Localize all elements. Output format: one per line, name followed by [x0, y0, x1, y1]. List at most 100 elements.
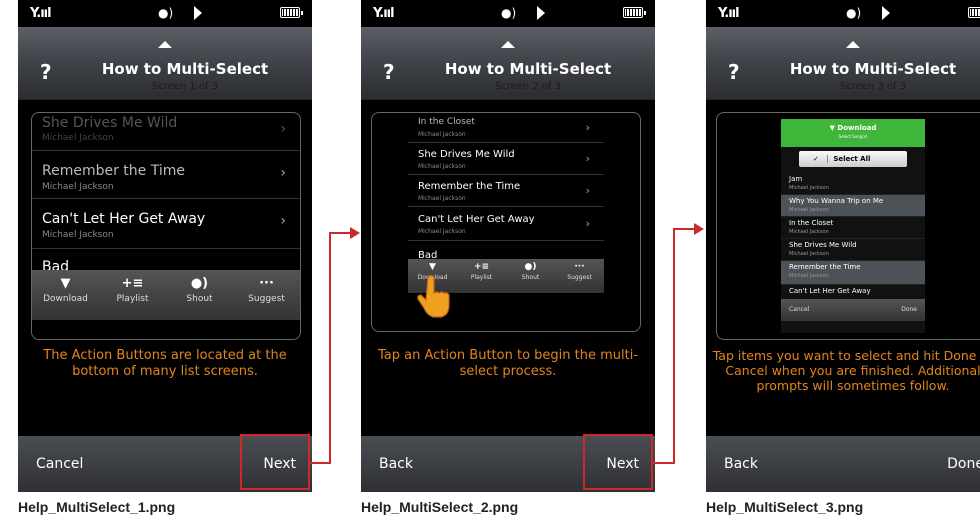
next-highlight-box	[583, 434, 653, 490]
presence-icon: ●)	[158, 6, 174, 20]
shout-icon: ●)	[190, 276, 209, 291]
phone-screen-1: Y.ııl ●) ? How to Multi-Select Screen 1 …	[18, 0, 312, 492]
list-item: Remember the Time Michael Jackson ›	[408, 175, 604, 207]
chevron-right-icon: ›	[280, 165, 286, 181]
connector-line	[673, 228, 695, 230]
arrow-right-icon	[694, 223, 704, 235]
playlist-action[interactable]: +≡ Playlist	[99, 270, 166, 320]
page-subtitle: Screen 1 of 3	[151, 81, 219, 92]
help-button[interactable]: ?	[728, 60, 740, 84]
connector-line	[310, 462, 330, 464]
status-bar: Y.ııl ●)	[706, 0, 980, 27]
download-banner[interactable]: ▼ Download Select Song(s)	[781, 119, 925, 147]
caption: Help_MultiSelect_3.png	[706, 499, 864, 515]
list-item: She Drives Me Wild Michael Jackson ›	[408, 143, 604, 175]
mini-done-button[interactable]: Done	[901, 306, 917, 313]
list-item[interactable]: Jam Michael Jackson	[781, 173, 925, 195]
list-item: Bad	[418, 250, 438, 261]
list-item: Remember the Time Michael Jackson ›	[32, 151, 300, 199]
back-button[interactable]: Back	[379, 456, 413, 472]
download-icon: ▼	[60, 276, 71, 291]
next-highlight-box	[240, 434, 310, 490]
chevron-right-icon: ›	[585, 121, 590, 134]
battery-icon	[968, 7, 980, 18]
instruction-text: Tap items you want to select and hit Don…	[712, 348, 980, 393]
status-bar: Y.ııl ●)	[361, 0, 655, 27]
chevron-right-icon: ›	[585, 184, 590, 197]
battery-icon	[623, 7, 646, 18]
list-item: She Drives Me Wild Michael Jackson ›	[32, 113, 300, 151]
play-icon	[194, 6, 202, 20]
playlist-icon: +≡	[121, 276, 144, 291]
play-icon	[882, 6, 890, 20]
phone-screen-2: Y.ııl ●) ? How to Multi-Select Screen 2 …	[361, 0, 655, 492]
connector-line	[673, 228, 675, 464]
presence-icon: ●)	[501, 6, 517, 20]
list-item[interactable]: Remember the Time Michael Jackson	[781, 261, 925, 285]
list-item: Can't Let Her Get Away Michael Jackson ›	[408, 207, 604, 241]
title-bar: ? How to Multi-Select Screen 1 of 3	[18, 27, 312, 100]
battery-icon	[280, 7, 303, 18]
title-bar: ? How to Multi-Select Screen 2 of 3	[361, 27, 655, 100]
example-frame: In the Closet Michael Jackson › She Driv…	[371, 112, 641, 332]
list-item: In the Closet Michael Jackson ›	[408, 113, 604, 143]
play-icon	[537, 6, 545, 20]
download-label: ▼ Download	[829, 124, 877, 132]
list-item[interactable]: She Drives Me Wild Michael Jackson	[781, 239, 925, 261]
collapse-arrow-icon[interactable]	[846, 41, 860, 48]
phone-screen-3: Y.ııl ●) ? How to Multi-Select Screen 3 …	[706, 0, 980, 492]
list-item[interactable]: In the Closet Michael Jackson	[781, 217, 925, 239]
page-title: How to Multi-Select	[444, 60, 612, 78]
connector-line	[329, 232, 351, 234]
bottom-bar: Back Done	[706, 436, 980, 492]
example-frame: ▼ Download Select Song(s) ✓ Select All J…	[716, 112, 980, 340]
suggest-action[interactable]: ··· Suggest	[233, 270, 300, 320]
shout-icon: ●)	[524, 262, 537, 272]
page-subtitle: Screen 3 of 3	[839, 81, 907, 92]
back-button[interactable]: Back	[724, 456, 758, 472]
signal-icon: Y.ııl	[373, 6, 395, 21]
chevron-right-icon: ›	[280, 213, 286, 229]
done-button[interactable]: Done	[947, 456, 980, 472]
arrow-right-icon	[350, 227, 360, 239]
shout-action[interactable]: ●) Shout	[166, 270, 233, 320]
cancel-button[interactable]: Cancel	[36, 456, 83, 472]
checkmark-icon: ✓	[813, 155, 819, 163]
mini-cancel-button[interactable]: Cancel	[789, 306, 809, 313]
help-button[interactable]: ?	[40, 60, 52, 84]
shout-action[interactable]: ●) Shout	[506, 259, 555, 293]
collapse-arrow-icon[interactable]	[158, 41, 172, 48]
status-bar: Y.ııl ●)	[18, 0, 312, 27]
chevron-right-icon: ›	[585, 217, 590, 230]
select-all-button[interactable]: ✓ Select All	[799, 151, 907, 167]
mini-bottom-bar: Cancel Done	[781, 299, 925, 321]
signal-icon: Y.ııl	[718, 6, 740, 21]
tap-hand-icon	[417, 274, 450, 318]
action-bar: ▼ Download +≡ Playlist ●) Shout ··· Sugg…	[32, 270, 300, 320]
instruction-text: Tap an Action Button to begin the multi-…	[377, 348, 639, 379]
page-title: How to Multi-Select	[789, 60, 957, 78]
page-title: How to Multi-Select	[101, 60, 269, 78]
title-bar: ? How to Multi-Select Screen 3 of 3	[706, 27, 980, 100]
download-action[interactable]: ▼ Download	[32, 270, 99, 320]
page-subtitle: Screen 2 of 3	[494, 81, 562, 92]
more-icon: ···	[574, 262, 585, 272]
help-button[interactable]: ?	[383, 60, 395, 84]
list-item: Can't Let Her Get Away Michael Jackson ›	[32, 199, 300, 249]
playlist-action[interactable]: +≡ Playlist	[457, 259, 506, 293]
chevron-right-icon: ›	[280, 121, 286, 137]
signal-icon: Y.ııl	[30, 6, 52, 21]
connector-line	[329, 232, 331, 464]
suggest-action[interactable]: ··· Suggest	[555, 259, 604, 293]
download-sublabel: Select Song(s)	[838, 134, 868, 139]
chevron-right-icon: ›	[585, 152, 590, 165]
more-icon: ···	[259, 276, 274, 291]
list-item[interactable]: Why You Wanna Trip on Me Michael Jackson	[781, 195, 925, 217]
collapse-arrow-icon[interactable]	[501, 41, 515, 48]
presence-icon: ●)	[846, 6, 862, 20]
download-icon: ▼	[429, 262, 436, 272]
connector-line	[653, 462, 674, 464]
instruction-text: The Action Buttons are located at the bo…	[43, 348, 287, 379]
caption: Help_MultiSelect_2.png	[361, 499, 519, 515]
caption: Help_MultiSelect_1.png	[18, 499, 176, 515]
